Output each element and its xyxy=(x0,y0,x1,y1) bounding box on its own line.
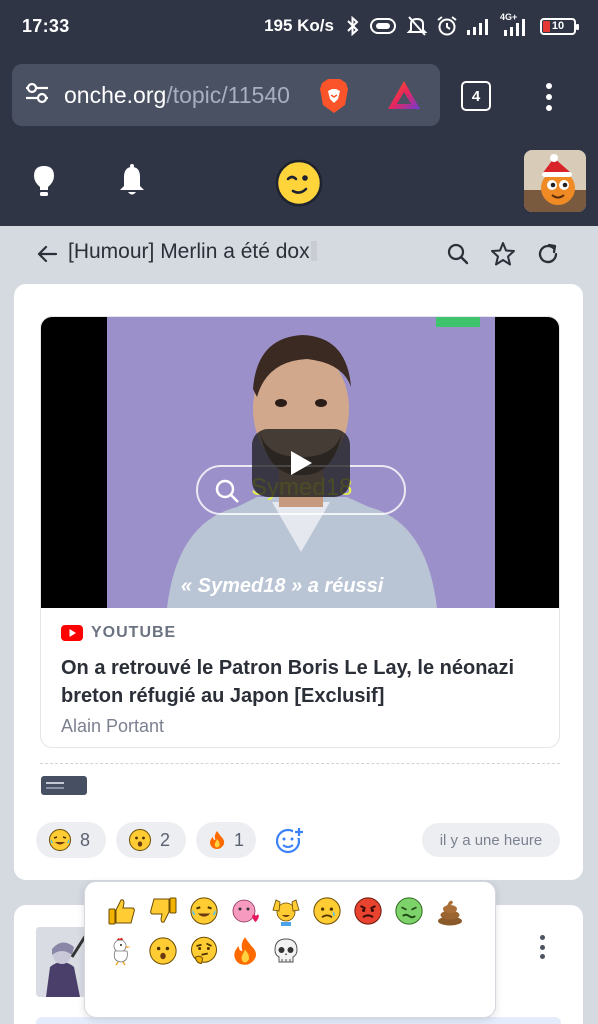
reaction-fire[interactable]: 1 xyxy=(196,822,256,858)
post-content-strip xyxy=(36,1017,561,1024)
lightbulb-icon[interactable] xyxy=(30,164,58,203)
url-path: /topic/11540 xyxy=(166,81,290,108)
skull-emoji[interactable] xyxy=(271,936,301,966)
embed-title[interactable]: On a retrouvé le Patron Boris Le Lay, le… xyxy=(61,654,541,710)
channel-tag xyxy=(436,317,480,327)
network-type: 4G+ xyxy=(500,12,518,22)
address-bar[interactable]: onche.org/topic/11540 xyxy=(12,64,440,126)
overlay-search-icon xyxy=(215,479,239,503)
embed-author: Alain Portant xyxy=(61,716,165,736)
reaction-surprised[interactable]: 2 xyxy=(116,822,186,858)
topic-bar: [Humour] Merlin a été dox xyxy=(0,226,598,284)
status-icons: 195 Ko/s 4G+ 10 xyxy=(264,12,579,37)
bell-icon[interactable] xyxy=(118,164,146,203)
brave-shield-icon[interactable] xyxy=(318,77,350,120)
post-timestamp[interactable]: il y a une heure xyxy=(422,823,560,857)
url-text[interactable]: onche.org/topic/11540 xyxy=(64,82,304,109)
video-caption: « Symed18 » a réussi xyxy=(181,575,384,597)
post-menu-icon[interactable] xyxy=(540,935,546,959)
reaction-laughing[interactable]: 8 xyxy=(36,822,106,858)
reaction-count: 1 xyxy=(233,829,244,850)
user-avatar[interactable] xyxy=(524,150,586,212)
bluetooth-icon xyxy=(346,16,360,36)
signature-divider xyxy=(40,763,560,764)
brave-rewards-icon[interactable] xyxy=(386,79,422,116)
youtube-embed[interactable]: Symed18 « Symed18 » a réussi YOUTUBE On … xyxy=(40,316,560,748)
fire-emoji[interactable] xyxy=(230,936,260,966)
refresh-icon[interactable] xyxy=(535,241,561,272)
more-menu-icon[interactable] xyxy=(538,80,560,114)
hands-up-emoji[interactable] xyxy=(271,896,301,926)
topic-title-text: [Humour] Merlin a été dox xyxy=(68,240,310,263)
vibrate-icon xyxy=(368,16,398,36)
mute-icon xyxy=(406,15,428,37)
sad-emoji[interactable] xyxy=(312,896,342,926)
play-button[interactable] xyxy=(252,429,350,497)
emoji-grid xyxy=(107,896,477,966)
poop-emoji[interactable] xyxy=(435,896,465,926)
embed-meta: YOUTUBE On a retrouvé le Patron Boris Le… xyxy=(41,608,559,747)
signature-image xyxy=(41,776,87,795)
reaction-count: 2 xyxy=(160,829,171,850)
site-settings-icon[interactable] xyxy=(24,81,50,110)
embed-source: YOUTUBE xyxy=(61,624,541,642)
reactions-bar: 8 2 1 xyxy=(36,822,256,858)
search-icon[interactable] xyxy=(446,242,470,271)
play-icon xyxy=(291,451,312,475)
signal-4g-icon: 4G+ xyxy=(500,12,532,37)
back-arrow-icon[interactable] xyxy=(36,243,58,270)
sick-emoji[interactable] xyxy=(394,896,424,926)
tab-count: 4 xyxy=(471,87,481,105)
post-author-avatar[interactable] xyxy=(36,927,88,997)
url-host: onche.org xyxy=(64,81,167,108)
thumbs-up-emoji[interactable] xyxy=(107,896,137,926)
surprised-emoji xyxy=(129,829,151,851)
angry-emoji[interactable] xyxy=(353,896,383,926)
post-card: Symed18 « Symed18 » a réussi YOUTUBE On … xyxy=(14,284,583,880)
battery-icon: 10 xyxy=(540,17,579,35)
signal-icon xyxy=(466,17,492,35)
status-bar: 17:33 195 Ko/s 4G+ 10 xyxy=(0,0,598,52)
topic-title: [Humour] Merlin a été dox xyxy=(68,240,317,264)
video-player[interactable]: Symed18 « Symed18 » a réussi xyxy=(41,317,559,608)
network-speed: 195 Ko/s xyxy=(264,16,334,35)
site-header xyxy=(0,142,598,226)
youtube-icon xyxy=(61,625,83,641)
pink-heart-face-emoji[interactable] xyxy=(230,896,260,926)
onche-logo-icon[interactable] xyxy=(274,158,324,213)
laughing-tears-emoji xyxy=(49,829,71,851)
status-time: 17:33 xyxy=(22,15,70,36)
chicken-emoji[interactable] xyxy=(107,936,137,966)
fire-emoji xyxy=(209,831,225,849)
emoji-picker xyxy=(84,881,496,1018)
tabs-button[interactable]: 4 xyxy=(461,81,491,111)
alarm-icon xyxy=(436,15,458,37)
thumbs-down-emoji[interactable] xyxy=(148,896,178,926)
star-icon[interactable] xyxy=(490,241,516,272)
add-reaction-icon[interactable] xyxy=(274,824,306,861)
laughing-tears-emoji[interactable] xyxy=(189,896,219,926)
surprised-emoji[interactable] xyxy=(148,936,178,966)
reaction-count: 8 xyxy=(80,829,91,850)
browser-toolbar: onche.org/topic/11540 4 xyxy=(0,52,598,142)
embed-source-label: YOUTUBE xyxy=(91,624,177,641)
thinking-emoji[interactable] xyxy=(189,936,219,966)
battery-level: 10 xyxy=(551,20,565,32)
